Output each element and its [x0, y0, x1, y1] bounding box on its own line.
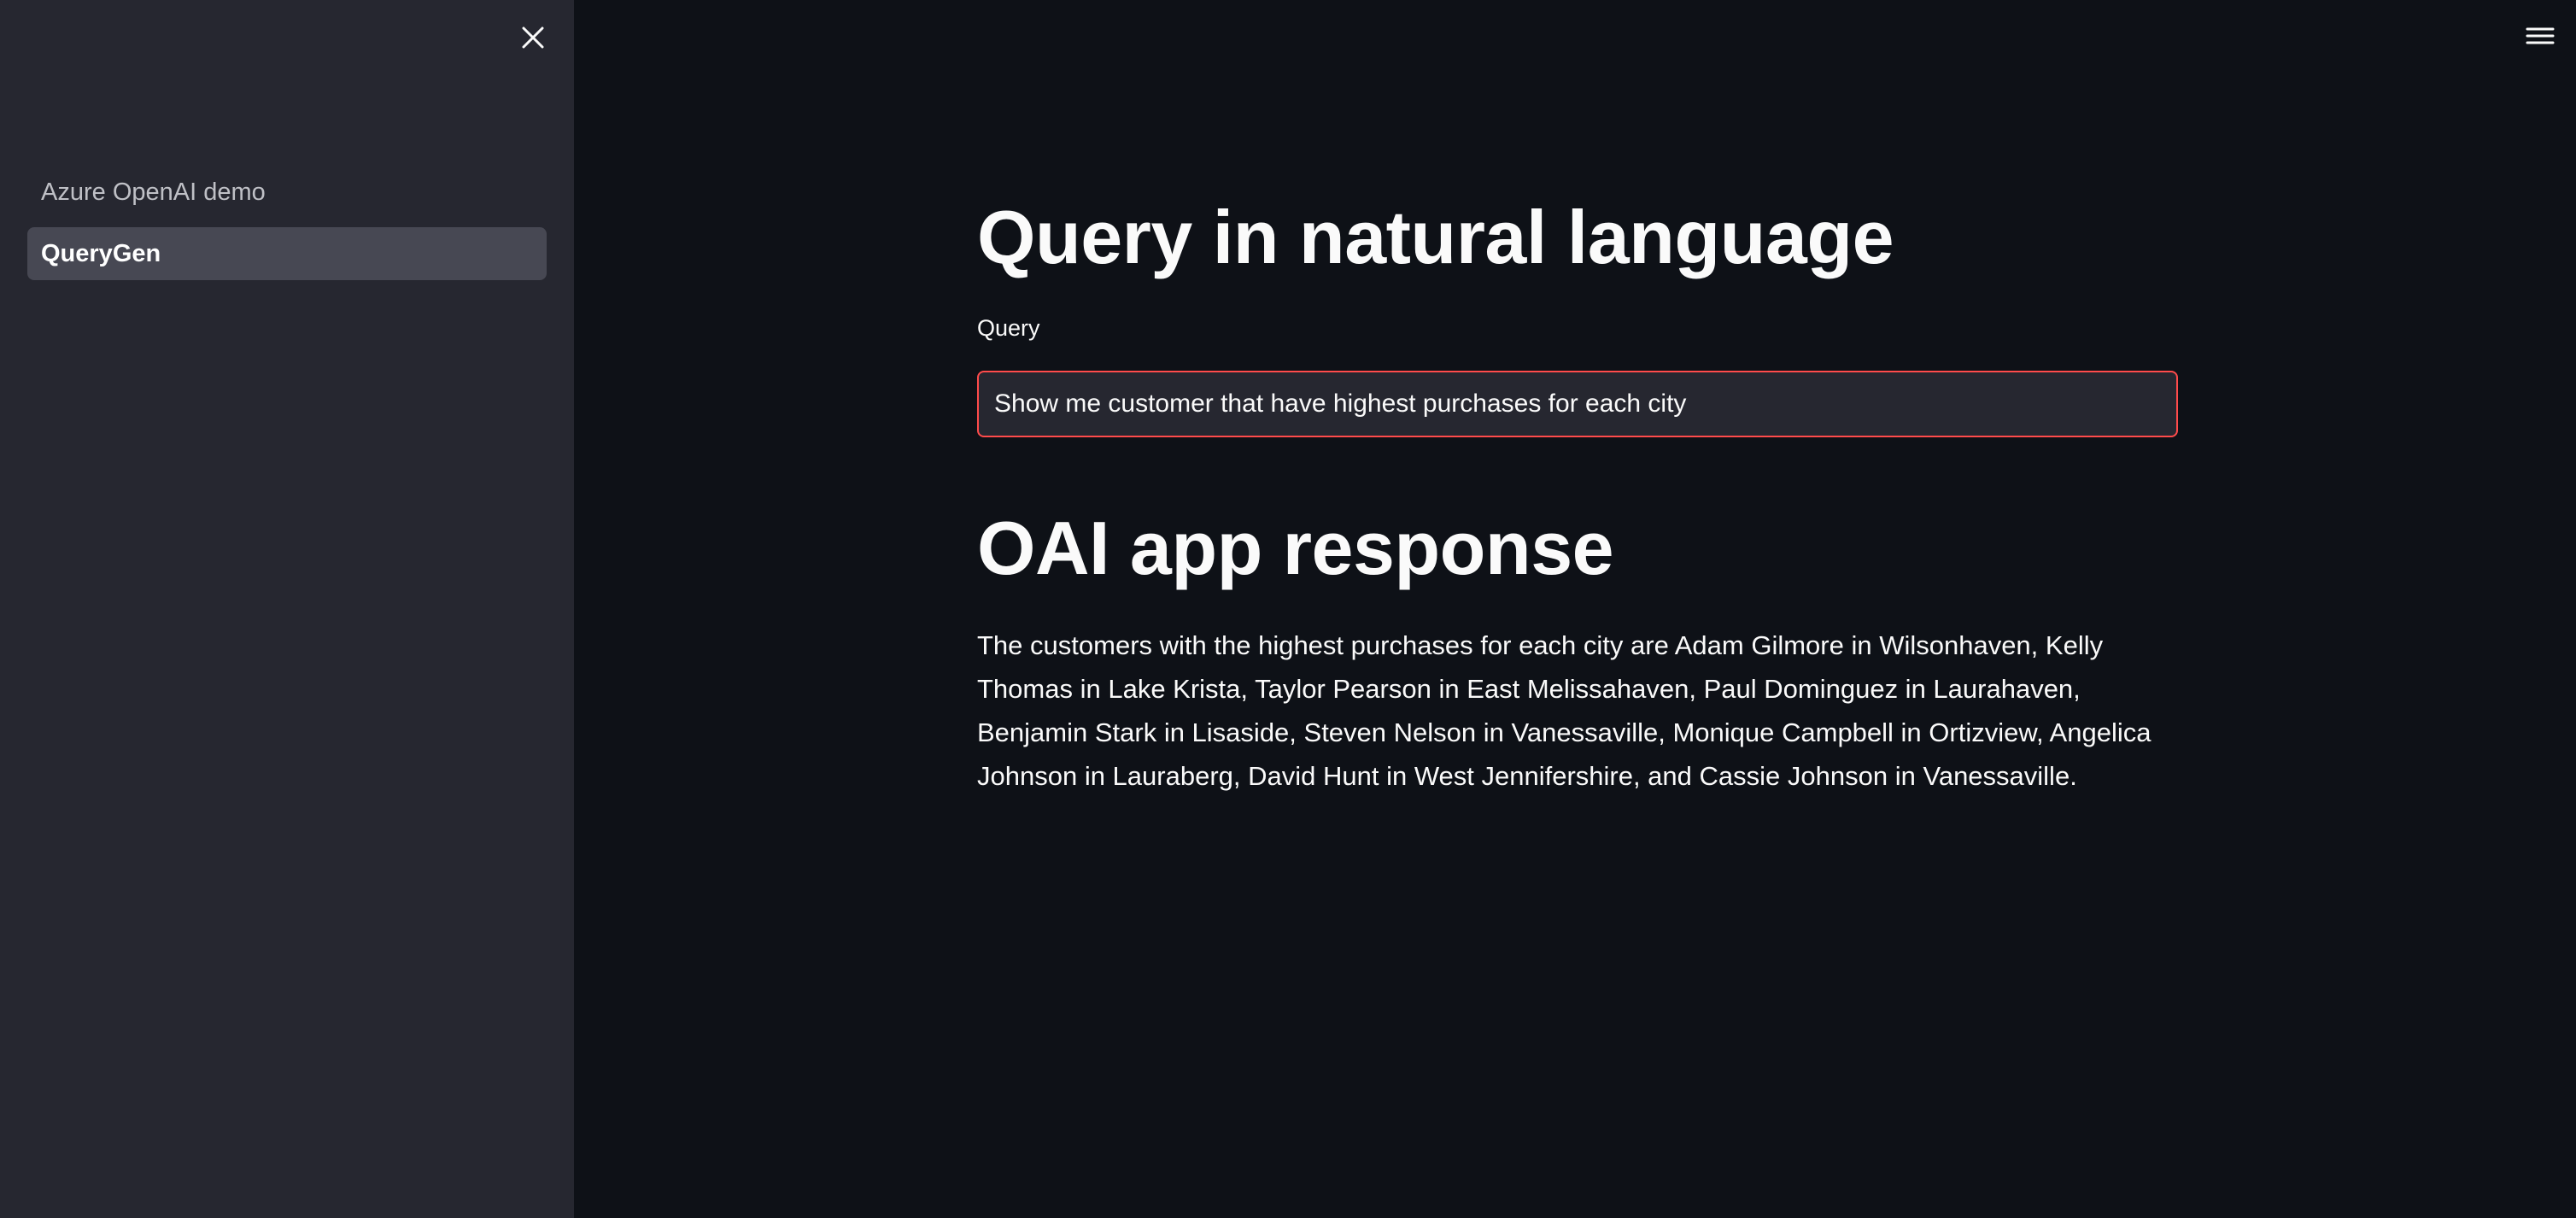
query-input[interactable] [977, 371, 2178, 437]
query-label: Query [977, 315, 1040, 341]
close-icon[interactable] [516, 20, 550, 55]
main-content: Query in natural language Query OAI app … [574, 0, 2576, 1218]
content-block: Query in natural language Query OAI app … [977, 188, 2181, 824]
page-title: Query in natural language [977, 195, 1894, 279]
hamburger-menu-icon[interactable] [2525, 22, 2556, 50]
sidebar-item-label: QueryGen [41, 239, 161, 267]
app-root: Azure OpenAI demo QueryGen Query in natu… [0, 0, 2576, 1218]
sidebar-nav: Azure OpenAI demo QueryGen [27, 166, 547, 289]
sidebar-item-label: Azure OpenAI demo [41, 178, 266, 206]
response-text: The customers with the highest purchases… [977, 630, 2152, 791]
sidebar-item-querygen[interactable]: QueryGen [27, 227, 547, 280]
sidebar: Azure OpenAI demo QueryGen [0, 0, 574, 1218]
sidebar-item-azure-openai-demo[interactable]: Azure OpenAI demo [27, 166, 547, 219]
response-heading: OAI app response [977, 506, 1614, 590]
